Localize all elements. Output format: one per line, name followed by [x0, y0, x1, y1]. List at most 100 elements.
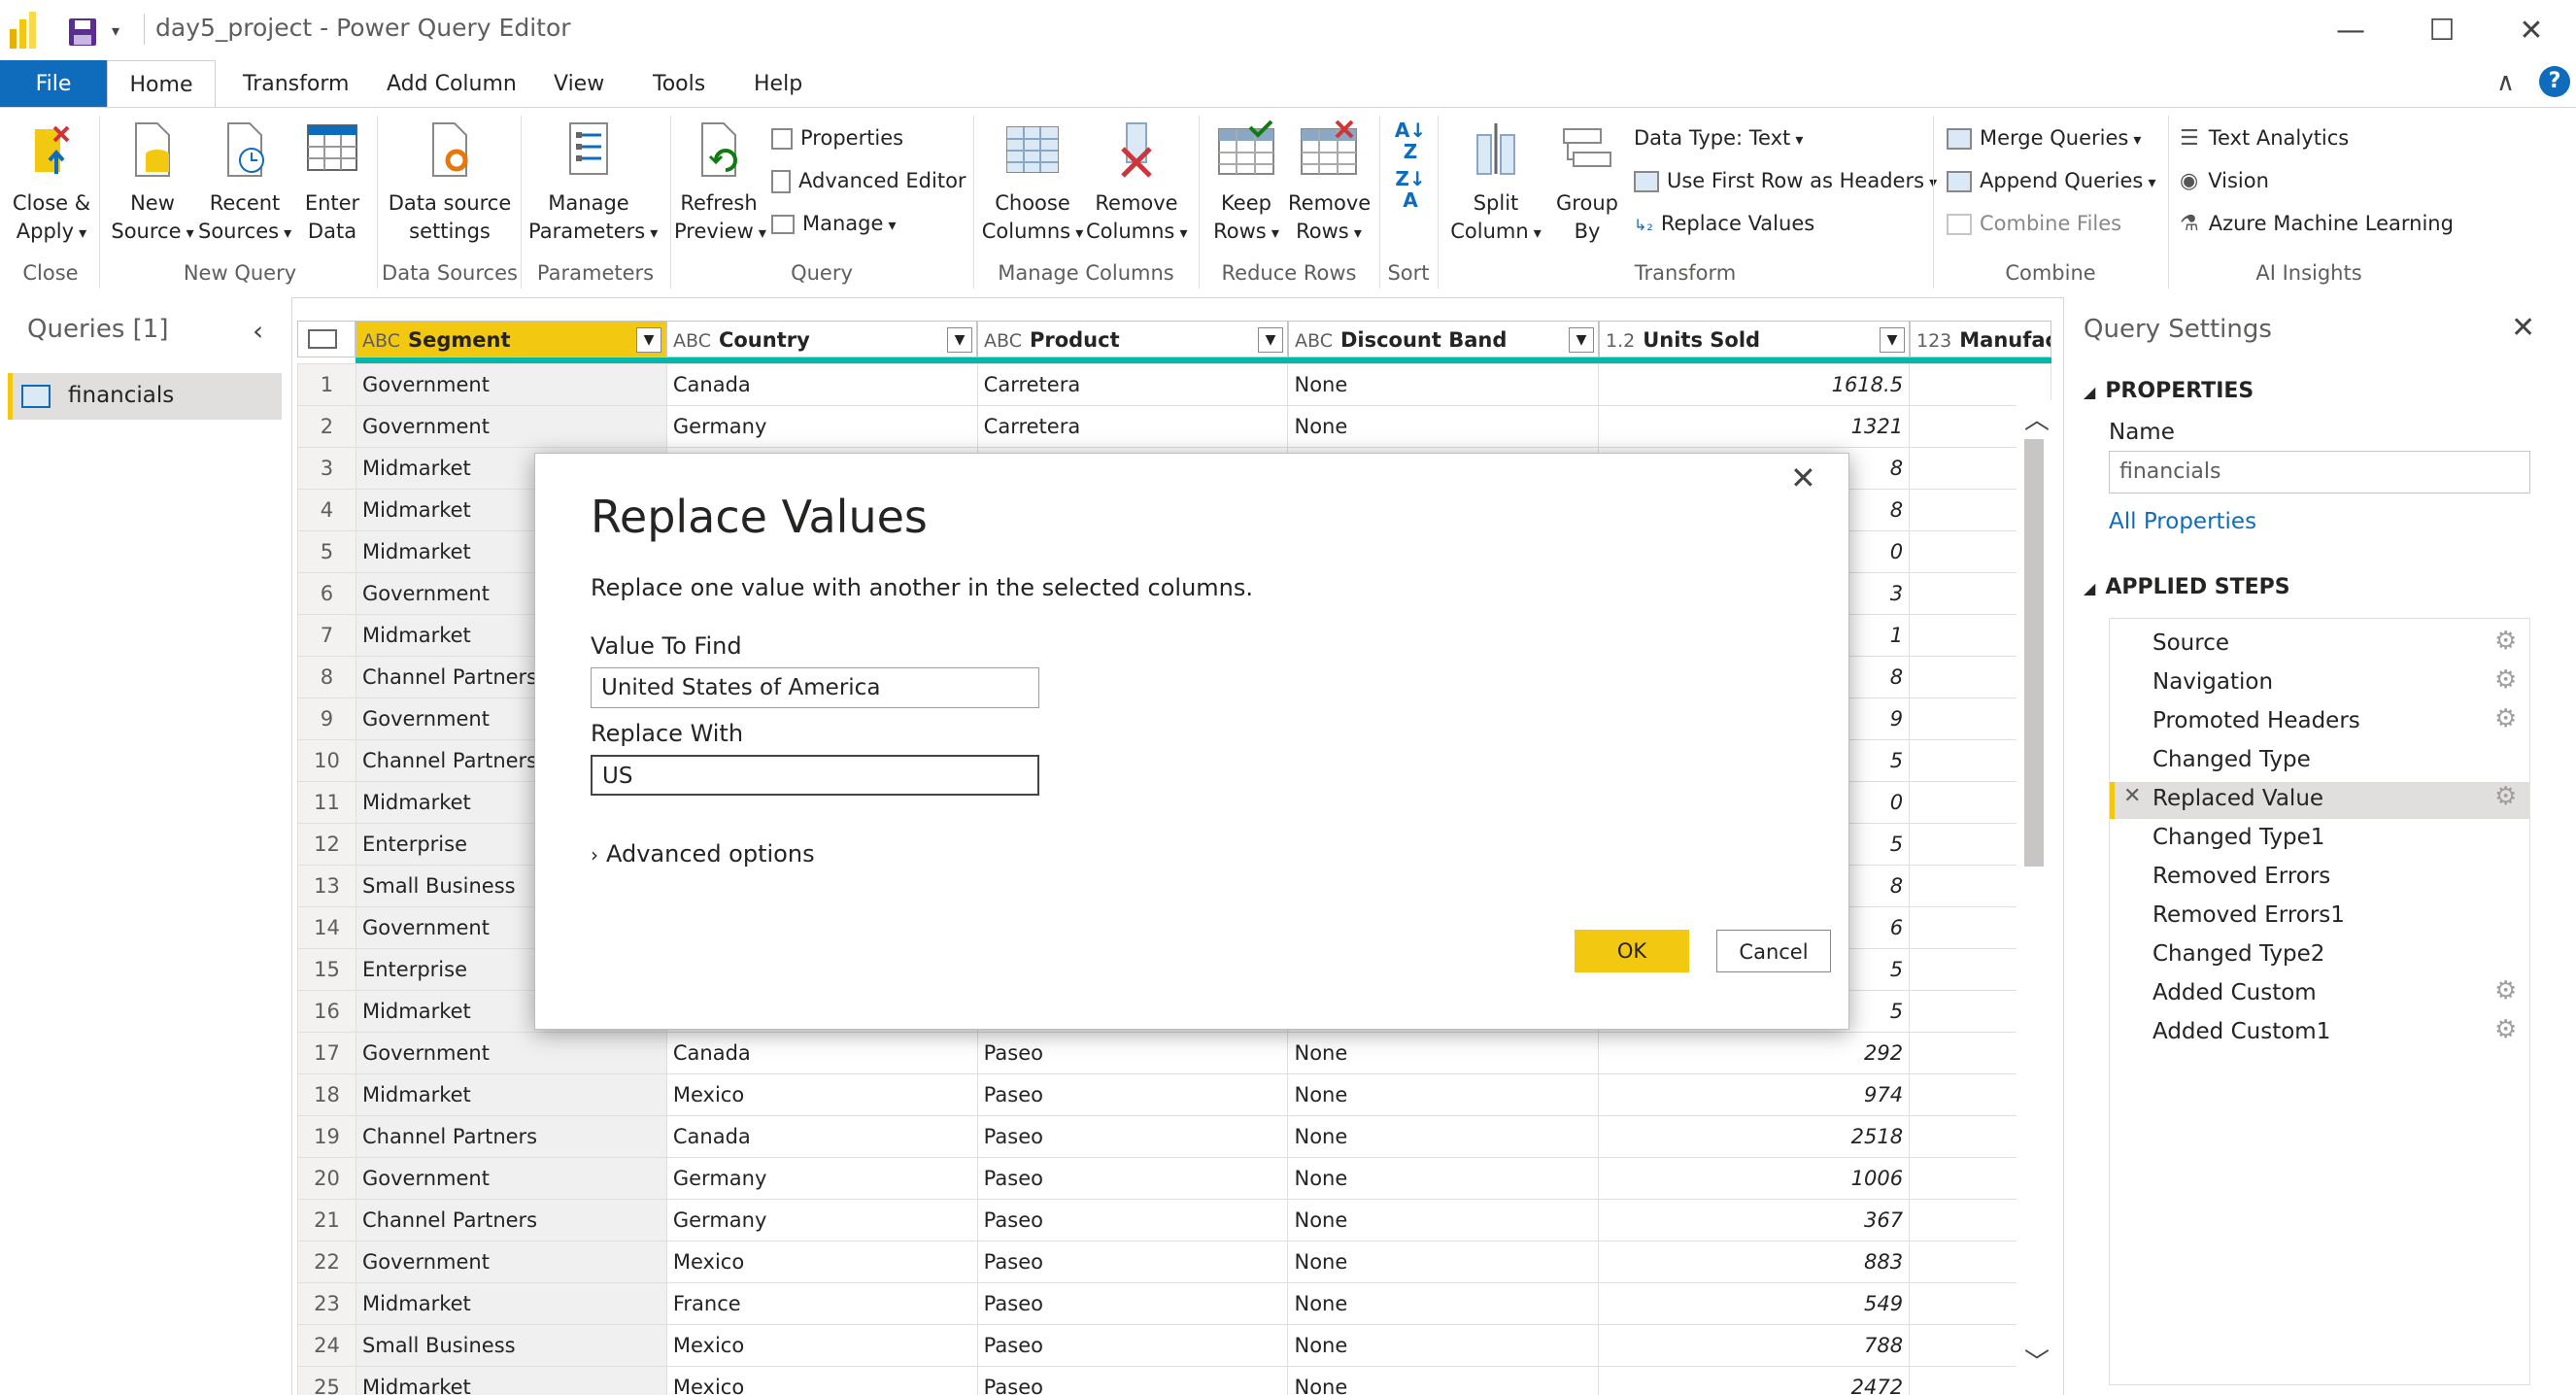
cell-product[interactable]: Paseo — [976, 1241, 1289, 1283]
ok-button[interactable]: OK — [1575, 930, 1689, 972]
refresh-preview-button[interactable]: Refresh Preview — [674, 119, 763, 247]
cell-product[interactable]: Carretera — [976, 405, 1289, 448]
tab-help[interactable]: Help — [754, 60, 802, 107]
cell-discount-band[interactable]: None — [1287, 1032, 1600, 1074]
help-icon[interactable]: ? — [2539, 66, 2570, 97]
manage-button[interactable]: Manage — [771, 207, 897, 240]
cell-discount-band[interactable]: None — [1287, 1115, 1600, 1158]
cell-product[interactable]: Paseo — [976, 1073, 1289, 1116]
column-header-segment[interactable]: ABC Segment ▼ — [356, 321, 666, 357]
query-item-financials[interactable]: financials — [8, 373, 282, 420]
cell-discount-band[interactable]: None — [1287, 1366, 1600, 1395]
column-header-discount-band[interactable]: ABC Discount Band ▼ — [1288, 321, 1599, 357]
all-properties-link[interactable]: All Properties — [2109, 509, 2256, 534]
step-settings-gear-icon[interactable]: ⚙ — [2494, 704, 2517, 733]
cell-segment[interactable]: Government — [355, 363, 667, 406]
cell-country[interactable]: Mexico — [665, 1324, 978, 1367]
column-header-country[interactable]: ABC Country ▼ — [666, 321, 977, 357]
cell-segment[interactable]: Government — [355, 1241, 667, 1283]
manage-parameters-button[interactable]: Manage Parameters — [528, 119, 649, 247]
cell-units-sold[interactable]: 1321 — [1598, 405, 1911, 448]
remove-rows-button[interactable]: Remove Rows — [1288, 119, 1371, 247]
close-window-button[interactable]: ✕ — [2502, 10, 2560, 52]
save-icon[interactable] — [68, 17, 97, 51]
cell-discount-band[interactable]: None — [1287, 1241, 1600, 1283]
applied-step[interactable]: Navigation ⚙ — [2110, 665, 2529, 702]
close-apply-button[interactable]: Close & Apply — [10, 119, 93, 247]
cell-country[interactable]: Germany — [665, 1199, 978, 1242]
tab-view[interactable]: View — [554, 60, 604, 107]
delete-step-icon[interactable]: ✕ — [2123, 784, 2141, 808]
cell-units-sold[interactable]: 788 — [1598, 1324, 1911, 1367]
step-settings-gear-icon[interactable]: ⚙ — [2494, 627, 2517, 656]
applied-step[interactable]: Added Custom ⚙ — [2110, 976, 2529, 1013]
cell-discount-band[interactable]: None — [1287, 1199, 1600, 1242]
filter-dropdown-icon[interactable]: ▼ — [1569, 327, 1594, 353]
recent-sources-button[interactable]: Recent Sources — [198, 119, 291, 247]
advanced-editor-button[interactable]: Advanced Editor — [771, 164, 966, 197]
cell-units-sold[interactable]: 292 — [1598, 1032, 1911, 1074]
applied-step[interactable]: Changed Type2 — [2110, 937, 2529, 974]
cell-discount-band[interactable]: None — [1287, 1282, 1600, 1325]
vertical-scrollbar[interactable]: ︿ ﹀ — [2017, 400, 2051, 1395]
cell-country[interactable]: Mexico — [665, 1241, 978, 1283]
cell-discount-band[interactable]: None — [1287, 363, 1600, 406]
tab-tools[interactable]: Tools — [653, 60, 705, 107]
applied-step[interactable]: Changed Type — [2110, 743, 2529, 780]
sort-ascending-button[interactable]: A↓ Z — [1389, 119, 1432, 162]
scrollbar-thumb[interactable] — [2024, 439, 2044, 867]
maximize-button[interactable]: ☐ — [2413, 10, 2471, 52]
step-settings-gear-icon[interactable]: ⚙ — [2494, 665, 2517, 695]
select-all-corner[interactable] — [297, 321, 356, 357]
azure-ml-button[interactable]: ⚗ Azure Machine Learning — [2180, 207, 2454, 240]
tab-add-column[interactable]: Add Column — [387, 60, 517, 107]
cell-product[interactable]: Paseo — [976, 1157, 1289, 1200]
applied-step[interactable]: Source ⚙ — [2110, 627, 2529, 663]
cancel-button[interactable]: Cancel — [1716, 930, 1831, 972]
scroll-up-icon[interactable]: ︿ — [2024, 400, 2050, 436]
cell-country[interactable]: Germany — [665, 1157, 978, 1200]
choose-columns-button[interactable]: Choose Columns — [981, 119, 1084, 247]
cell-product[interactable]: Paseo — [976, 1366, 1289, 1395]
filter-dropdown-icon[interactable]: ▼ — [947, 327, 972, 353]
column-header-product[interactable]: ABC Product ▼ — [977, 321, 1288, 357]
data-type-dropdown[interactable]: Data Type: Text — [1634, 121, 1803, 154]
cell-product[interactable]: Paseo — [976, 1324, 1289, 1367]
cell-units-sold[interactable]: 974 — [1598, 1073, 1911, 1116]
applied-step[interactable]: Removed Errors — [2110, 860, 2529, 897]
group-by-button[interactable]: Group By — [1548, 119, 1626, 246]
remove-columns-button[interactable]: Remove Columns — [1086, 119, 1187, 247]
merge-queries-button[interactable]: Merge Queries — [1947, 121, 2141, 154]
replace-values-button[interactable]: ↳₂ Replace Values — [1634, 207, 1814, 240]
cell-units-sold[interactable]: 1618.5 — [1598, 363, 1911, 406]
scroll-down-icon[interactable]: ﹀ — [2024, 1343, 2050, 1378]
sort-descending-button[interactable]: Z↓ A — [1389, 168, 1432, 211]
cell-units-sold[interactable]: 2472 — [1598, 1366, 1911, 1395]
cell-discount-band[interactable]: None — [1287, 405, 1600, 448]
applied-step[interactable]: Changed Type1 — [2110, 821, 2529, 858]
text-analytics-button[interactable]: ☰ Text Analytics — [2180, 121, 2349, 154]
new-source-button[interactable]: New Source — [109, 119, 196, 247]
cell-country[interactable]: Germany — [665, 405, 978, 448]
advanced-options-toggle[interactable]: › Advanced options — [591, 840, 815, 868]
applied-step[interactable]: Promoted Headers ⚙ — [2110, 704, 2529, 741]
cell-product[interactable]: Paseo — [976, 1282, 1289, 1325]
vision-button[interactable]: ◉ Vision — [2180, 164, 2269, 197]
cell-units-sold[interactable]: 367 — [1598, 1199, 1911, 1242]
applied-step[interactable]: Added Custom1 ⚙ — [2110, 1015, 2529, 1052]
value-to-find-input[interactable]: United States of America — [591, 667, 1039, 708]
quick-access-dropdown-icon[interactable]: ▾ — [112, 21, 119, 40]
cell-discount-band[interactable]: None — [1287, 1157, 1600, 1200]
collapse-queries-icon[interactable]: ‹ — [253, 315, 263, 347]
column-header-manufact[interactable]: 123 Manufact — [1910, 321, 2051, 357]
step-settings-gear-icon[interactable]: ⚙ — [2494, 976, 2517, 1005]
minimize-button[interactable]: — — [2322, 10, 2380, 52]
cell-segment[interactable]: Channel Partners — [355, 1199, 667, 1242]
step-settings-gear-icon[interactable]: ⚙ — [2494, 782, 2517, 811]
cell-country[interactable]: Mexico — [665, 1366, 978, 1395]
cell-product[interactable]: Paseo — [976, 1032, 1289, 1074]
cell-product[interactable]: Paseo — [976, 1115, 1289, 1158]
keep-rows-button[interactable]: Keep Rows — [1208, 119, 1284, 247]
cell-country[interactable]: Canada — [665, 1032, 978, 1074]
tab-file[interactable]: File — [0, 60, 107, 107]
